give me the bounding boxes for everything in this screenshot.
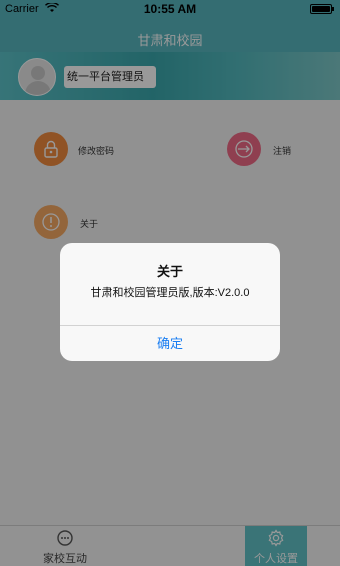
dialog-message: 甘肃和校园管理员版,版本:V2.0.0 [90, 287, 250, 299]
dialog-title: 关于 [156, 264, 183, 279]
confirm-button[interactable]: 确定 [60, 326, 280, 361]
about-dialog: 关于 甘肃和校园管理员版,版本:V2.0.0 确定 [60, 243, 280, 361]
settings-screen: Carrier 10:55 AM 甘肃和校园 统一平台管理员 修改密码 注销 关… [0, 0, 340, 566]
